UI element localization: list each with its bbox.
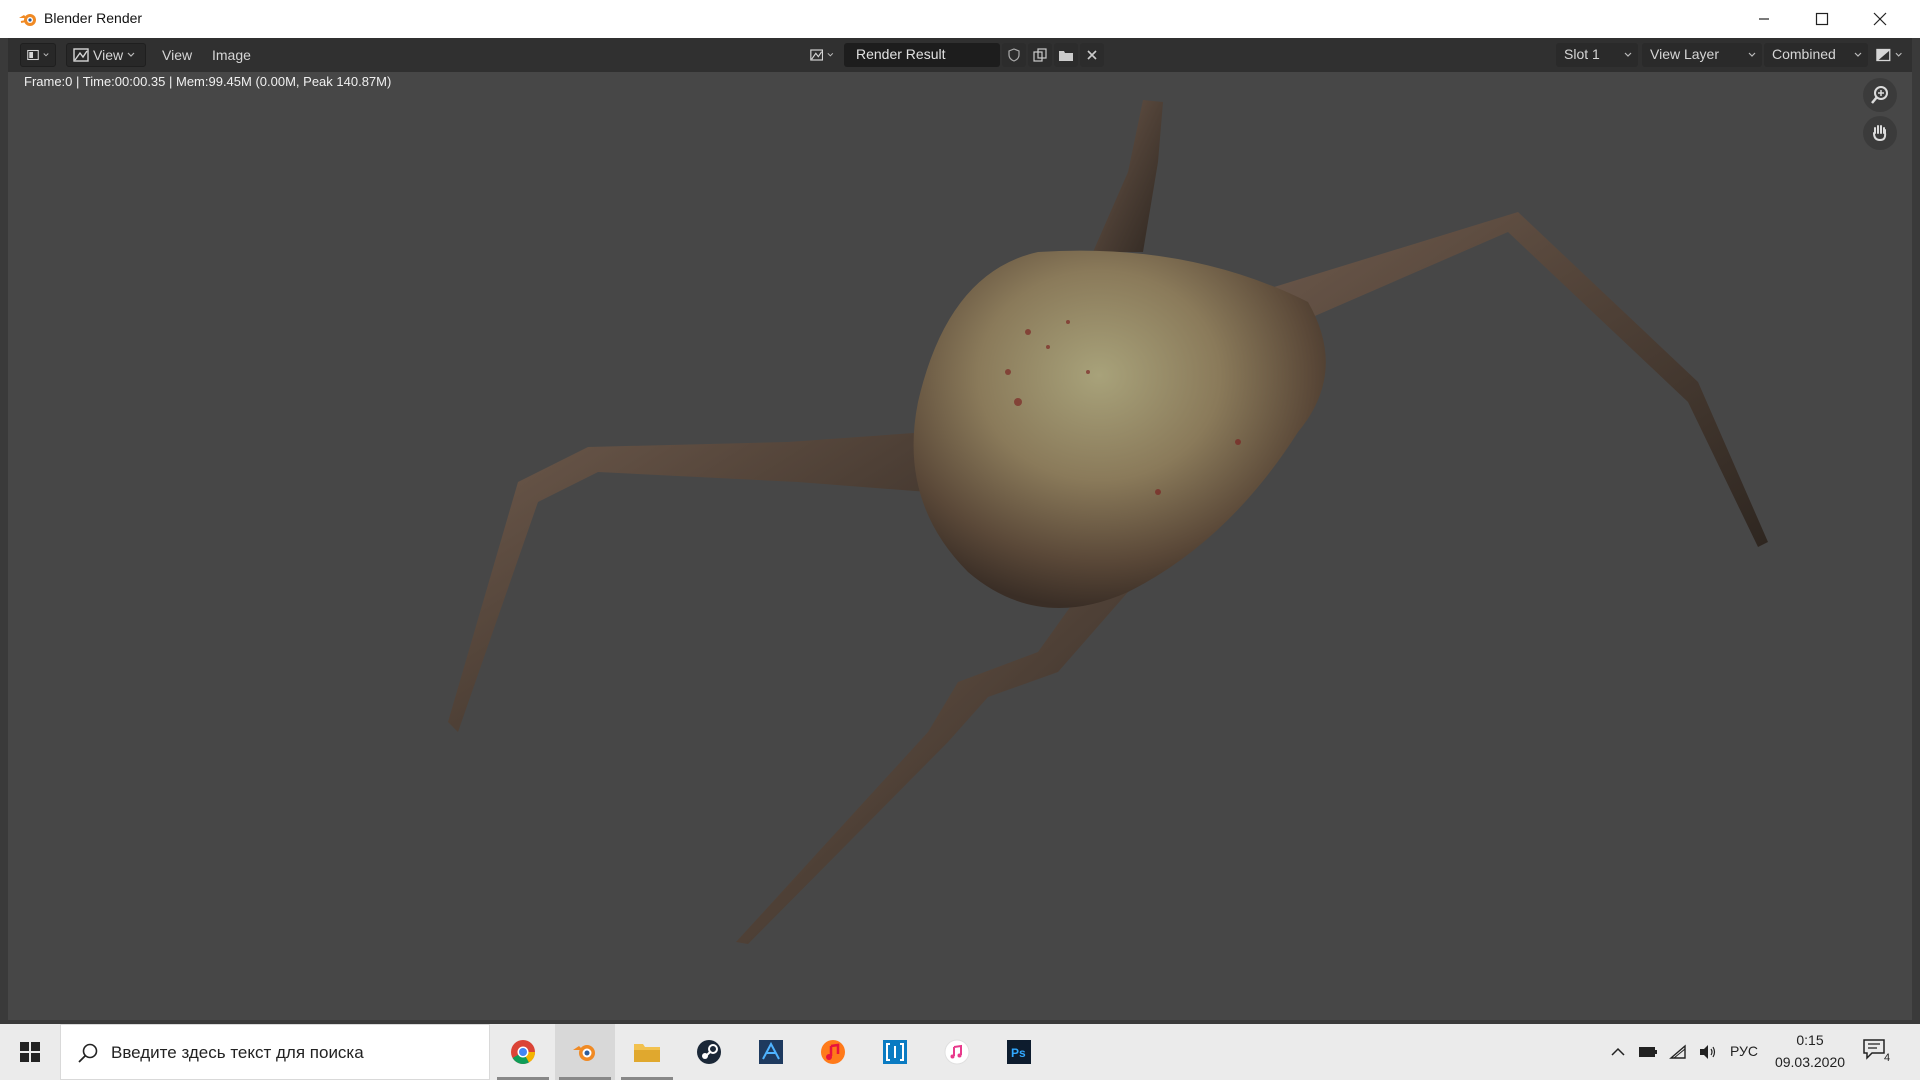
chevron-down-icon	[43, 53, 49, 57]
blender-icon	[573, 1045, 595, 1061]
battery-icon	[1639, 1047, 1657, 1057]
fake-user-button[interactable]	[1002, 43, 1026, 67]
editor-type-button[interactable]	[20, 43, 56, 67]
taskbar-file-explorer[interactable]	[617, 1024, 677, 1080]
display-channels-icon	[1876, 48, 1891, 62]
jump-app-icon	[883, 1040, 907, 1064]
minimize-button[interactable]	[1735, 0, 1793, 38]
close-icon	[1087, 50, 1097, 60]
file-explorer-icon	[634, 1044, 660, 1062]
rendered-headcrab-image	[448, 100, 1768, 944]
action-center-button[interactable]: 4	[1862, 1038, 1898, 1068]
pan-button[interactable]	[1863, 116, 1897, 150]
chevron-down-icon	[1895, 52, 1902, 57]
chrome-icon	[511, 1040, 535, 1065]
taskbar-search[interactable]	[60, 1024, 490, 1080]
blender-logo-icon	[19, 14, 36, 26]
chevron-down-icon	[1748, 52, 1756, 57]
chevron-up-icon	[1611, 1047, 1625, 1056]
windows-taskbar: Ps РУС 0:15 09.03.2020 4	[0, 1024, 1920, 1080]
folder-icon	[1059, 51, 1073, 61]
window-title: Blender Render	[44, 10, 143, 26]
menu-view[interactable]: View	[162, 47, 192, 63]
taskbar-photoshop[interactable]: Ps	[989, 1024, 1049, 1080]
render-pass-label: Combined	[1772, 46, 1836, 62]
view-mode-dropdown[interactable]: View	[66, 43, 146, 67]
app-blue-icon	[759, 1040, 783, 1064]
window-titlebar: Blender Render	[0, 0, 1920, 38]
zoom-button[interactable]	[1863, 78, 1897, 112]
render-info-text: Frame:0 | Time:00:00.35 | Mem:99.45M (0.…	[24, 74, 392, 89]
render-viewport[interactable]: Frame:0 | Time:00:00.35 | Mem:99.45M (0.…	[8, 72, 1912, 1020]
image-icon	[73, 48, 89, 62]
menu-image[interactable]: Image	[212, 47, 251, 63]
start-button[interactable]	[0, 1024, 60, 1080]
battery-tray[interactable]	[1634, 1024, 1662, 1080]
taskbar-bracket-app[interactable]	[865, 1024, 925, 1080]
image-name-field[interactable]: Render Result	[844, 43, 1000, 67]
network-tray[interactable]	[1664, 1024, 1692, 1080]
chevron-down-icon	[127, 52, 135, 57]
minimize-icon	[1759, 18, 1769, 20]
taskbar-music-app[interactable]	[803, 1024, 863, 1080]
chevron-down-icon	[1854, 52, 1862, 57]
render-pass-dropdown[interactable]: Combined	[1764, 43, 1868, 67]
search-input[interactable]	[109, 1039, 473, 1067]
image-browse-icon	[810, 49, 824, 61]
itunes-icon	[944, 1039, 970, 1065]
view-layer-label: View Layer	[1650, 46, 1720, 62]
taskbar-blue-app[interactable]	[741, 1024, 801, 1080]
new-image-button[interactable]	[1028, 43, 1052, 67]
taskbar-steam[interactable]	[679, 1024, 739, 1080]
wifi-icon	[1669, 1044, 1686, 1059]
chevron-down-icon	[827, 52, 834, 57]
close-icon	[1873, 12, 1887, 26]
photoshop-icon: Ps	[1007, 1040, 1031, 1064]
slot-label: Slot 1	[1564, 46, 1600, 62]
show-hidden-icons-button[interactable]	[1604, 1024, 1632, 1080]
taskbar-blender[interactable]	[555, 1024, 615, 1080]
slot-dropdown[interactable]: Slot 1	[1556, 43, 1638, 67]
zoom-icon	[1871, 86, 1888, 104]
shield-icon	[1008, 48, 1020, 62]
image-editor-icon	[27, 49, 39, 61]
hand-icon	[1873, 125, 1887, 142]
clock-time: 0:15	[1796, 1032, 1824, 1048]
speaker-icon	[1700, 1045, 1716, 1059]
taskbar-clock[interactable]: 0:15 09.03.2020	[1770, 1032, 1850, 1070]
maximize-icon	[1815, 12, 1829, 26]
taskbar-chrome[interactable]	[493, 1024, 553, 1080]
taskbar-itunes[interactable]	[927, 1024, 987, 1080]
duplicate-icon	[1033, 48, 1047, 62]
notification-count: 4	[1884, 1052, 1891, 1064]
chevron-down-icon	[1624, 52, 1632, 57]
search-icon	[78, 1043, 98, 1063]
unlink-image-button[interactable]	[1080, 43, 1104, 67]
music-app-icon	[821, 1040, 845, 1064]
volume-tray[interactable]	[1694, 1024, 1722, 1080]
language-indicator[interactable]: РУС	[1730, 1043, 1758, 1059]
image-editor-header: View View Image Render Result Slot 1 Vie…	[8, 38, 1912, 73]
clock-date: 09.03.2020	[1774, 1054, 1846, 1070]
view-mode-label: View	[93, 47, 124, 63]
steam-icon	[697, 1040, 721, 1064]
open-image-button[interactable]	[1054, 43, 1078, 67]
display-channels-button[interactable]	[1870, 43, 1908, 67]
browse-image-button[interactable]	[804, 43, 840, 67]
windows-logo-icon	[20, 1042, 40, 1062]
photoshop-icon-label: Ps	[1011, 1046, 1026, 1060]
maximize-button[interactable]	[1793, 0, 1851, 38]
close-button[interactable]	[1851, 0, 1909, 38]
view-layer-dropdown[interactable]: View Layer	[1642, 43, 1762, 67]
